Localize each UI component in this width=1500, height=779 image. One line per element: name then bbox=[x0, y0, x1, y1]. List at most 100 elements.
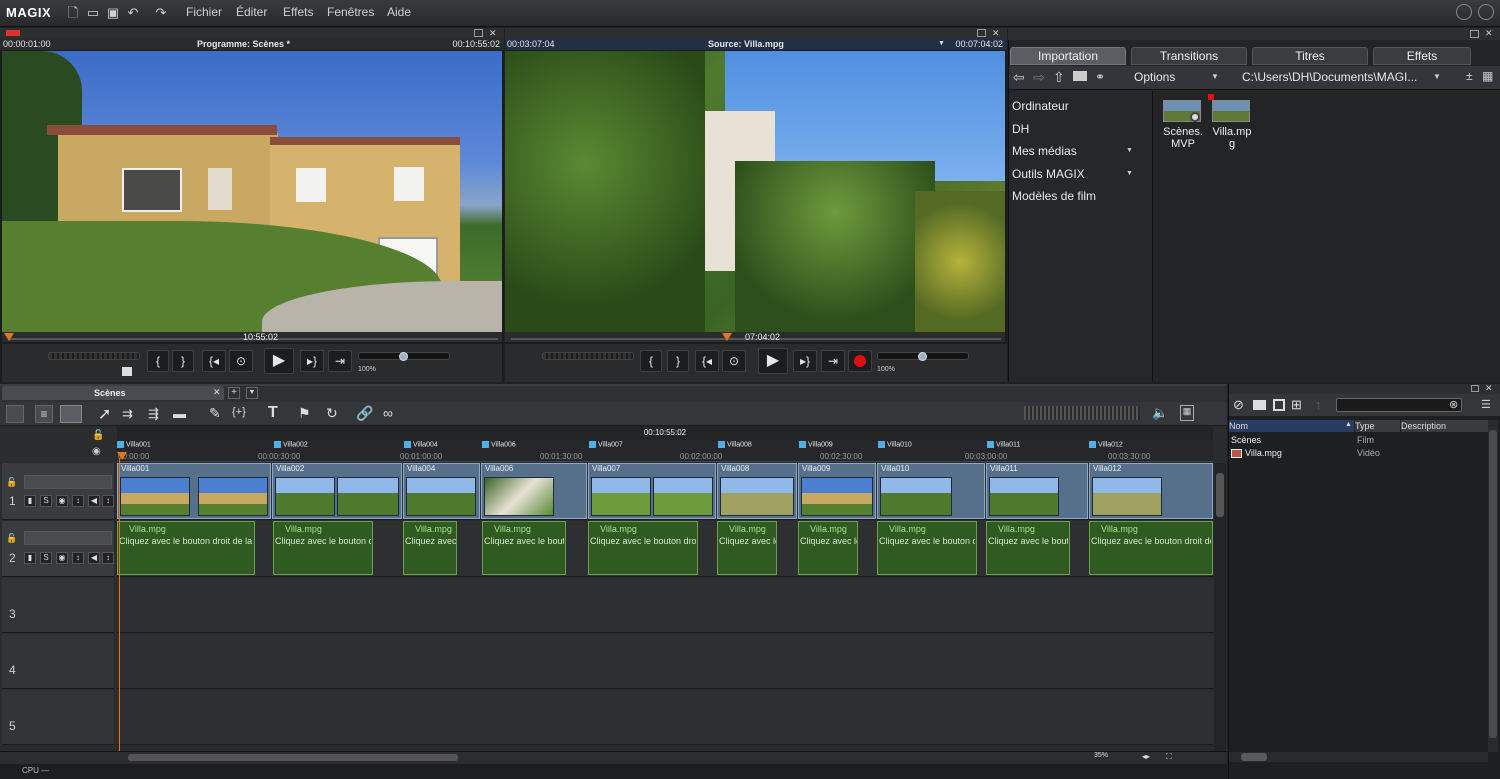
solo-button[interactable]: S bbox=[40, 495, 52, 507]
audio-clip[interactable]: Villa.mpgCliquez avec le bouton droit de… bbox=[482, 521, 566, 575]
unlink-icon[interactable]: ∞ bbox=[383, 405, 393, 421]
volume-icon[interactable]: ↕ bbox=[102, 495, 114, 507]
clear-search-icon[interactable]: ⊗ bbox=[1449, 398, 1458, 411]
new-file-icon[interactable]: 🗋 bbox=[66, 6, 80, 20]
forward-arrow-icon[interactable]: ⇨ bbox=[1033, 69, 1045, 86]
video-clip[interactable]: Villa008 bbox=[717, 463, 797, 519]
next-marker-button[interactable]: ▸} bbox=[300, 350, 324, 372]
razor-icon[interactable]: ✎ bbox=[209, 405, 221, 422]
next-marker-button[interactable]: ▸} bbox=[793, 350, 817, 372]
video-track-lane[interactable]: Villa001 Villa002 Villa004 Villa006 Vill… bbox=[117, 463, 1213, 520]
video-clip[interactable]: Villa007 bbox=[588, 463, 716, 519]
audio-track-lane[interactable]: Villa.mpg Cliquez avec le bouton droit de… bbox=[117, 521, 1213, 577]
column-header-type[interactable]: Type bbox=[1355, 420, 1401, 432]
close-icon[interactable]: ✕ bbox=[213, 387, 221, 398]
previous-marker-button[interactable]: {◂ bbox=[202, 350, 226, 372]
path-field[interactable]: C:\Users\DH\Documents\MAGI... bbox=[1242, 70, 1432, 84]
up-arrow-icon[interactable]: ↑ bbox=[1315, 397, 1322, 412]
monitor-mode-icon[interactable] bbox=[122, 367, 132, 376]
jog-shuttle[interactable] bbox=[48, 352, 140, 360]
volume-icon[interactable]: ↕ bbox=[72, 552, 84, 564]
jump-end-button[interactable]: ⇥ bbox=[328, 350, 352, 372]
mark-in-button[interactable]: { bbox=[640, 350, 662, 372]
film-reel-icon[interactable] bbox=[1456, 4, 1472, 20]
fullscreen-icon[interactable]: ⛶ bbox=[1166, 752, 1172, 762]
horizontal-scrollbar[interactable] bbox=[1229, 752, 1488, 762]
empty-track-lane[interactable] bbox=[117, 690, 1213, 745]
stretch-icon[interactable]: ▬ bbox=[173, 406, 186, 421]
folder-icon[interactable] bbox=[1073, 71, 1087, 81]
video-clip[interactable]: Villa009 bbox=[798, 463, 876, 519]
lock-icon[interactable]: 🔓 bbox=[6, 477, 17, 488]
menu-fenetres[interactable]: Fenêtres bbox=[327, 5, 374, 19]
chevron-down-icon[interactable]: ▼ bbox=[246, 387, 258, 399]
playhead-icon[interactable] bbox=[4, 333, 14, 341]
open-folder-icon[interactable]: ▭ bbox=[86, 6, 100, 20]
volume-slider[interactable] bbox=[877, 352, 969, 361]
tab-effets[interactable]: Effets bbox=[1373, 47, 1471, 65]
multi-track-icon[interactable]: ⇶ bbox=[148, 406, 159, 422]
marker[interactable]: Villa008 bbox=[718, 441, 752, 448]
marker[interactable]: Villa007 bbox=[589, 441, 623, 448]
mark-out-button[interactable]: } bbox=[667, 350, 689, 372]
options-menu[interactable]: Options bbox=[1134, 70, 1175, 84]
track-name-field[interactable] bbox=[24, 475, 112, 489]
speaker-icon[interactable]: ◀ bbox=[88, 495, 100, 507]
mixer-icon[interactable]: ▦ bbox=[1180, 405, 1194, 421]
video-clip[interactable]: Villa002 bbox=[272, 463, 402, 519]
video-clip[interactable]: Villa006 bbox=[481, 463, 587, 519]
nav-outils-magix[interactable]: Outils MAGIX bbox=[1012, 167, 1085, 181]
marker[interactable]: Villa009 bbox=[799, 441, 833, 448]
record-arm-icon[interactable]: ▮ bbox=[24, 552, 36, 564]
scene-mode-icon[interactable]: ≡ bbox=[35, 405, 53, 423]
redo-icon[interactable]: ↷ bbox=[154, 6, 168, 20]
marker[interactable]: Villa006 bbox=[482, 441, 516, 448]
previous-marker-button[interactable]: {◂ bbox=[695, 350, 719, 372]
chevron-down-icon[interactable]: ▼ bbox=[1126, 147, 1133, 154]
mark-out-button[interactable]: } bbox=[172, 350, 194, 372]
up-folder-icon[interactable]: ⇧ bbox=[1053, 69, 1065, 86]
list-view-icon[interactable]: ☰ bbox=[1481, 398, 1491, 411]
save-icon[interactable]: ▣ bbox=[106, 6, 120, 20]
video-clip[interactable]: Villa012 bbox=[1089, 463, 1213, 519]
audio-clip[interactable]: Villa.mpgCliquez avec le bouton droit de… bbox=[273, 521, 373, 575]
marker[interactable]: Villa004 bbox=[404, 441, 438, 448]
audio-clip[interactable]: Villa.mpgCliquez avec le bouton droit de… bbox=[717, 521, 777, 575]
save-icon[interactable] bbox=[1273, 399, 1285, 411]
disc-icon[interactable] bbox=[1478, 4, 1494, 20]
audio-clip[interactable]: Villa.mpgCliquez avec le bouton droit de… bbox=[798, 521, 858, 575]
grid-view-icon[interactable]: ▦ bbox=[1482, 69, 1493, 83]
title-icon[interactable]: T bbox=[268, 404, 278, 422]
video-clip[interactable]: Villa010 bbox=[877, 463, 985, 519]
audio-clip[interactable]: Villa.mpgCliquez avec le bouton droit de… bbox=[117, 521, 255, 575]
undo-icon[interactable]: ↶ bbox=[126, 6, 140, 20]
chevron-down-icon[interactable]: ▼ bbox=[1126, 170, 1133, 177]
volume-icon[interactable]: ↕ bbox=[72, 495, 84, 507]
tab-titres[interactable]: Titres bbox=[1252, 47, 1368, 65]
nav-dh[interactable]: DH bbox=[1012, 122, 1029, 136]
maximize-icon[interactable] bbox=[1470, 30, 1479, 38]
loop-button[interactable]: ⊙ bbox=[229, 350, 253, 372]
mark-in-button[interactable]: { bbox=[147, 350, 169, 372]
audio-clip[interactable]: Villa.mpgCliquez avec le bouton droit de… bbox=[1089, 521, 1213, 575]
vertical-scrollbar[interactable] bbox=[1214, 463, 1226, 751]
audio-clip[interactable]: Villa.mpgCliquez avec le bouton droit de… bbox=[986, 521, 1070, 575]
audio-clip[interactable]: Villa.mpgCliquez avec le bouton droit de… bbox=[403, 521, 457, 575]
chevron-down-icon[interactable]: ▼ bbox=[1211, 72, 1219, 81]
play-button[interactable]: ▶ bbox=[758, 348, 788, 374]
menu-aide[interactable]: Aide bbox=[387, 5, 411, 19]
lock-icon[interactable]: 🔓 bbox=[92, 430, 104, 441]
no-entry-icon[interactable]: ⊘ bbox=[1233, 397, 1244, 413]
speaker-icon[interactable]: ◀ bbox=[88, 552, 100, 564]
menu-effets[interactable]: Effets bbox=[283, 5, 313, 19]
binoculars-icon[interactable]: ⚭ bbox=[1095, 70, 1105, 84]
add-folder-icon[interactable]: ⊞ bbox=[1291, 397, 1302, 413]
menu-editer[interactable]: Éditer bbox=[236, 5, 267, 19]
add-tab-icon[interactable]: + bbox=[228, 387, 240, 399]
playhead-icon[interactable] bbox=[722, 333, 732, 341]
eye-icon[interactable]: ◉ bbox=[56, 552, 68, 564]
lock-icon[interactable]: 🔓 bbox=[6, 533, 17, 544]
video-clip[interactable]: Villa011 bbox=[986, 463, 1088, 519]
tab-scenes[interactable]: Scènes bbox=[2, 386, 224, 400]
eye-icon[interactable]: ◉ bbox=[92, 446, 101, 457]
